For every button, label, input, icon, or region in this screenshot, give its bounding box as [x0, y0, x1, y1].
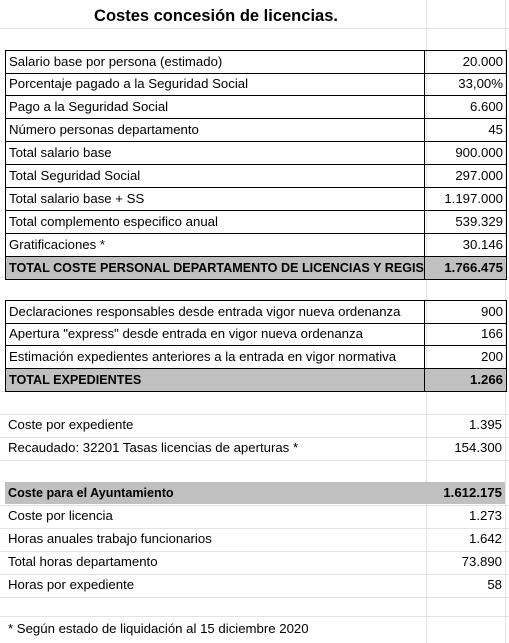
cell-label[interactable]: Número personas departamento — [6, 119, 425, 141]
total-label[interactable]: TOTAL EXPEDIENTES — [6, 369, 425, 391]
table-row[interactable]: Pago a la Seguridad Social 6.600 — [5, 96, 507, 119]
table-row[interactable]: Coste por expediente 1.395 — [5, 414, 505, 436]
table-row[interactable]: Porcentaje pagado a la Seguridad Social … — [5, 73, 507, 96]
cell-label[interactable]: Coste por licencia — [5, 505, 424, 527]
total-row[interactable]: Coste para el Ayuntamiento 1.612.175 — [5, 482, 505, 504]
table-row[interactable]: Total horas departamento 73.890 — [5, 551, 505, 573]
cell-value[interactable]: 1.642 — [426, 528, 505, 550]
cell-value[interactable]: 1.197.000 — [427, 188, 506, 210]
total-row[interactable]: TOTAL COSTE PERSONAL DEPARTAMENTO DE LIC… — [5, 257, 507, 280]
total-value[interactable]: 1.766.475 — [427, 257, 506, 279]
cell-label[interactable]: Gratificaciones * — [6, 234, 425, 256]
cell-value[interactable]: 58 — [426, 574, 505, 596]
total-value[interactable]: 1.266 — [427, 369, 506, 391]
cell-value[interactable]: 30.146 — [427, 234, 506, 256]
table-row[interactable]: Apertura "express" desde entrada en vigo… — [5, 323, 507, 346]
cell-label[interactable]: Salario base por persona (estimado) — [6, 51, 425, 73]
cell-label[interactable]: Total salario base + SS — [6, 188, 425, 210]
page-title: Costes concesión de licencias. — [94, 7, 338, 25]
total-value[interactable]: 1.612.175 — [426, 482, 505, 504]
table-row[interactable]: Recaudado: 32201 Tasas licencias de aper… — [5, 437, 505, 459]
table-row[interactable]: Número personas departamento 45 — [5, 119, 507, 142]
cell-value[interactable]: 297.000 — [427, 165, 506, 187]
table-row[interactable]: Coste por licencia 1.273 — [5, 505, 505, 527]
grid-line — [0, 460, 509, 461]
cell-label[interactable]: Apertura "express" desde entrada en vigo… — [6, 323, 425, 345]
cell-value[interactable]: 73.890 — [426, 551, 505, 573]
table-row[interactable]: Salario base por persona (estimado) 20.0… — [5, 50, 507, 74]
table-row[interactable]: Horas por expediente 58 — [5, 574, 505, 596]
table-row[interactable]: Horas anuales trabajo funcionarios 1.642 — [5, 528, 505, 550]
cell-value[interactable]: 154.300 — [426, 437, 505, 459]
total-row[interactable]: TOTAL EXPEDIENTES 1.266 — [5, 369, 507, 392]
cell-label[interactable]: Horas anuales trabajo funcionarios — [5, 528, 424, 550]
cell-label[interactable]: Estimación expedientes anteriores a la e… — [6, 346, 425, 368]
cell-value[interactable]: 1.273 — [426, 505, 505, 527]
cell-label[interactable]: Coste por expediente — [5, 414, 424, 436]
cell-label[interactable]: Pago a la Seguridad Social — [6, 96, 425, 118]
total-label[interactable]: TOTAL COSTE PERSONAL DEPARTAMENTO DE LIC… — [6, 257, 425, 279]
spreadsheet: Costes concesión de licencias. Salario b… — [0, 0, 509, 643]
cell-label[interactable]: Declaraciones responsables desde entrada… — [6, 301, 425, 323]
table-row[interactable]: Total complemento especifico anual 539.3… — [5, 211, 507, 234]
cell-value[interactable]: 33,00% — [427, 73, 506, 95]
cell-value[interactable]: 20.000 — [427, 51, 506, 73]
cell-label[interactable]: Horas por expediente — [5, 574, 424, 596]
cell-label[interactable]: Recaudado: 32201 Tasas licencias de aper… — [5, 437, 424, 459]
cell-label[interactable]: Total complemento especifico anual — [6, 211, 425, 233]
cell-label[interactable]: Porcentaje pagado a la Seguridad Social — [6, 73, 425, 95]
cell-value[interactable]: 166 — [427, 323, 506, 345]
cell-label[interactable]: Total horas departamento — [5, 551, 424, 573]
grid-line — [0, 616, 509, 617]
cell-value[interactable]: 900 — [427, 301, 506, 323]
table-row[interactable]: Gratificaciones * 30.146 — [5, 234, 507, 257]
grid-line — [0, 597, 509, 598]
footnote: * Según estado de liquidación al 15 dici… — [8, 621, 309, 636]
cell-value[interactable]: 1.395 — [426, 414, 505, 436]
cell-value[interactable]: 45 — [427, 119, 506, 141]
table-row[interactable]: Total salario base + SS 1.197.000 — [5, 188, 507, 211]
cell-value[interactable]: 539.329 — [427, 211, 506, 233]
cell-label[interactable]: Total Seguridad Social — [6, 165, 425, 187]
table-row[interactable]: Total Seguridad Social 297.000 — [5, 165, 507, 188]
table-row[interactable]: Declaraciones responsables desde entrada… — [5, 300, 507, 324]
total-label[interactable]: Coste para el Ayuntamiento — [5, 482, 424, 504]
cell-label[interactable]: Total salario base — [6, 142, 425, 164]
cell-value[interactable]: 900.000 — [427, 142, 506, 164]
table-row[interactable]: Estimación expedientes anteriores a la e… — [5, 346, 507, 369]
cell-value[interactable]: 200 — [427, 346, 506, 368]
table-row[interactable]: Total salario base 900.000 — [5, 142, 507, 165]
cell-value[interactable]: 6.600 — [427, 96, 506, 118]
